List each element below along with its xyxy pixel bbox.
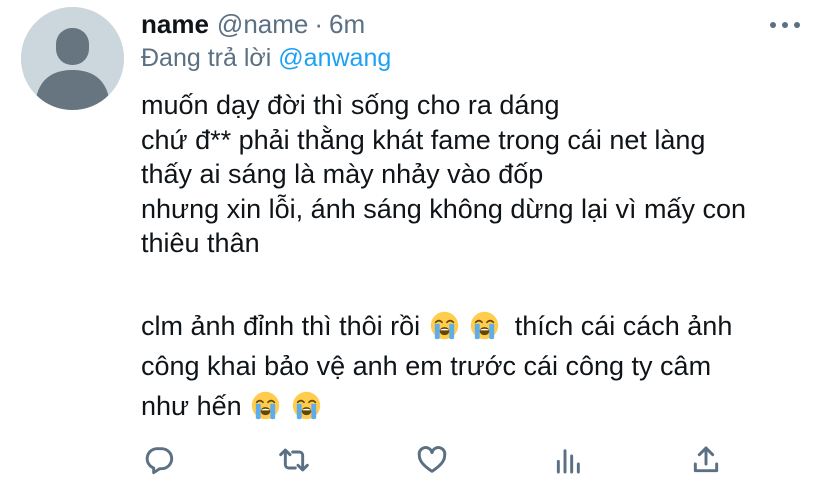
avatar[interactable] (21, 7, 124, 110)
tweet-line: muốn dạy đời thì sống cho ra dáng (141, 90, 560, 120)
tweet-text: muốn dạy đời thì sống cho ra dáng chứ đ*… (141, 88, 811, 426)
tweet-actions (141, 440, 731, 480)
loudly-crying-face-icon (251, 391, 280, 419)
tweet-segment: thích cái cách ảnh (514, 310, 733, 341)
retweet-button[interactable] (274, 440, 314, 480)
replying-prefix: Đang trả lời (141, 44, 272, 72)
tweet-header: name @name · 6m (141, 9, 365, 43)
display-name[interactable]: name (141, 9, 209, 40)
share-button[interactable] (686, 440, 726, 480)
loudly-crying-face-icon (430, 311, 458, 339)
default-profile-icon (21, 7, 124, 110)
loudly-crying-face-icon (470, 311, 499, 339)
tweet-line: thấy ai sáng là mày nhảy vào đốp (141, 159, 544, 189)
reply-icon (145, 447, 174, 475)
timestamp[interactable]: 6m (329, 9, 365, 40)
reply-button[interactable] (139, 440, 179, 480)
share-icon (693, 446, 719, 473)
replying-to: Đang trả lời @anwang (141, 44, 391, 73)
mention-link[interactable]: @anwang (278, 44, 391, 72)
tweet-line: clm ảnh đỉnh thì thôi rồi thích cái cách (141, 306, 811, 346)
tweet[interactable]: name @name · 6m Đang trả lời @anwang muố… (0, 0, 828, 485)
more-dot (770, 22, 776, 28)
more-options-icon[interactable] (770, 20, 800, 30)
tweet-line: thiêu thân (141, 228, 260, 258)
separator-dot: · (314, 9, 324, 39)
like-button[interactable] (412, 440, 452, 480)
loudly-crying-face-icon (292, 391, 320, 419)
analytics-button[interactable] (549, 440, 589, 480)
tweet-segment: clm ảnh đỉnh thì thôi rồi (141, 310, 421, 341)
tweet-segment: như hến (141, 390, 242, 421)
user-handle[interactable]: @name (217, 9, 308, 40)
tweet-line: như hến (141, 386, 811, 426)
retweet-icon (279, 448, 309, 472)
tweet-line: công khai bảo vệ anh em trước cái công t… (141, 350, 712, 381)
like-icon (417, 446, 447, 473)
more-dot (782, 22, 788, 28)
analytics-icon (556, 449, 580, 474)
more-dot (794, 22, 800, 28)
tweet-line: chứ đ** phải thằng khát fame trong cái n… (141, 124, 706, 155)
tweet-line: nhưng xin lỗi, ánh sáng không dừng lại v… (141, 193, 747, 224)
